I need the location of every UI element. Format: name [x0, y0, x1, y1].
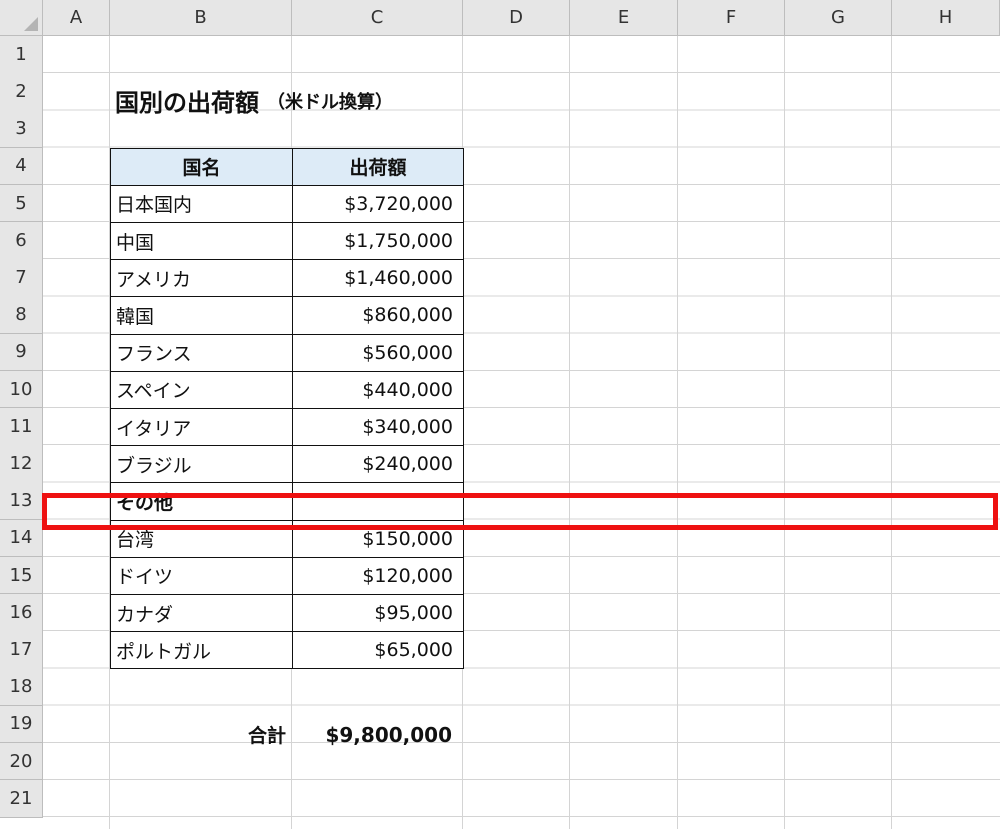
row-header-17[interactable]: 17: [0, 631, 43, 669]
amount-cell[interactable]: $120,000: [292, 556, 464, 595]
gridline-vertical: [677, 36, 678, 829]
row-header-7[interactable]: 7: [0, 259, 43, 297]
country-cell[interactable]: カナダ: [110, 594, 293, 633]
header-country[interactable]: 国名: [110, 147, 293, 186]
country-cell[interactable]: 韓国: [110, 296, 293, 335]
amount-cell[interactable]: $65,000: [292, 631, 464, 670]
row-header-5[interactable]: 5: [0, 184, 43, 223]
row-header-12[interactable]: 12: [0, 445, 43, 483]
amount-cell[interactable]: $95,000: [292, 594, 464, 633]
column-header-f[interactable]: F: [678, 0, 785, 36]
header-shipment-amount[interactable]: 出荷額: [292, 147, 464, 186]
column-header-c[interactable]: C: [292, 0, 463, 36]
row-header-14[interactable]: 14: [0, 519, 43, 558]
amount-cell[interactable]: $340,000: [292, 408, 464, 447]
row-header-11[interactable]: 11: [0, 408, 43, 446]
row-header-6[interactable]: 6: [0, 222, 43, 260]
column-header-h[interactable]: H: [892, 0, 1000, 36]
column-header-b[interactable]: B: [110, 0, 292, 36]
gridline-vertical: [569, 36, 570, 829]
column-header-e[interactable]: E: [570, 0, 678, 36]
amount-cell[interactable]: $240,000: [292, 445, 464, 484]
country-cell[interactable]: イタリア: [110, 408, 293, 447]
country-cell[interactable]: その他: [110, 482, 293, 521]
row-header-8[interactable]: 8: [0, 296, 43, 335]
title-subtitle: （米ドル換算）: [267, 91, 393, 113]
sheet-title[interactable]: 国別の出荷額 （米ドル換算）: [115, 82, 393, 119]
country-cell[interactable]: ポルトガル: [110, 631, 293, 670]
select-all-triangle-icon: [24, 17, 38, 31]
country-cell[interactable]: フランス: [110, 333, 293, 372]
row-header-18[interactable]: 18: [0, 668, 43, 707]
total-value[interactable]: $9,800,000: [292, 716, 463, 753]
column-header-g[interactable]: G: [785, 0, 892, 36]
row-header-1[interactable]: 1: [0, 36, 43, 74]
amount-cell[interactable]: $560,000: [292, 333, 464, 372]
row-header-13[interactable]: 13: [0, 482, 43, 521]
country-cell[interactable]: 中国: [110, 222, 293, 261]
country-cell[interactable]: 台湾: [110, 519, 293, 558]
row-header-4[interactable]: 4: [0, 147, 43, 186]
row-header-20[interactable]: 20: [0, 742, 43, 781]
row-header-3[interactable]: 3: [0, 110, 43, 149]
title-main: 国別の出荷額: [115, 89, 259, 117]
amount-cell[interactable]: $440,000: [292, 370, 464, 409]
column-header-a[interactable]: A: [43, 0, 110, 36]
amount-cell[interactable]: $860,000: [292, 296, 464, 335]
amount-cell[interactable]: $3,720,000: [292, 184, 464, 223]
gridline-vertical: [784, 36, 785, 829]
row-header-19[interactable]: 19: [0, 705, 43, 744]
row-header-10[interactable]: 10: [0, 370, 43, 409]
row-header-15[interactable]: 15: [0, 556, 43, 595]
country-cell[interactable]: ブラジル: [110, 445, 293, 484]
spreadsheet: ABCDEFGH 1 2 3 4 5 6 7 8 9 10 11 12 13 14 15 16 17 18 19 20…: [0, 0, 1000, 829]
gridline-vertical: [891, 36, 892, 829]
row-header-9[interactable]: 9: [0, 333, 43, 372]
total-label[interactable]: 合計: [110, 716, 292, 753]
country-cell[interactable]: スペイン: [110, 370, 293, 409]
select-all-corner[interactable]: [0, 0, 43, 36]
amount-cell[interactable]: [292, 482, 464, 521]
amount-cell[interactable]: $1,750,000: [292, 222, 464, 261]
row-header-2[interactable]: 2: [0, 73, 43, 111]
amount-cell[interactable]: $1,460,000: [292, 259, 464, 298]
row-header-16[interactable]: 16: [0, 594, 43, 632]
country-cell[interactable]: アメリカ: [110, 259, 293, 298]
country-cell[interactable]: ドイツ: [110, 556, 293, 595]
column-header-d[interactable]: D: [463, 0, 570, 36]
row-header-21[interactable]: 21: [0, 780, 43, 818]
amount-cell[interactable]: $150,000: [292, 519, 464, 558]
country-cell[interactable]: 日本国内: [110, 184, 293, 223]
